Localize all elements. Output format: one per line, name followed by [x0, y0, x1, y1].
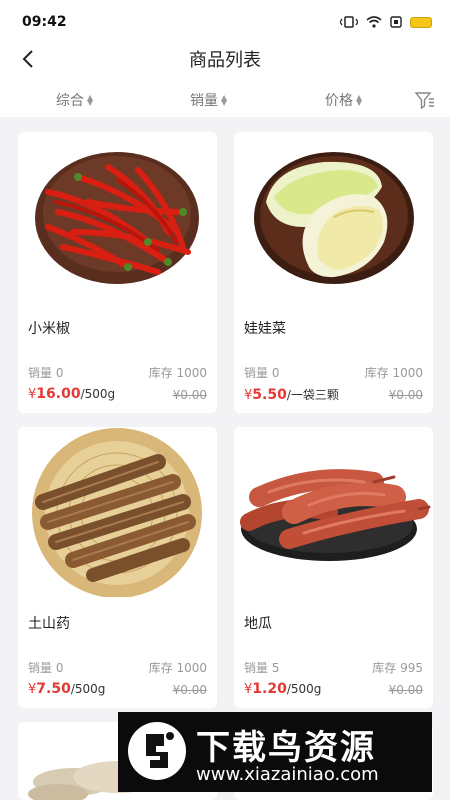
sort-arrows-icon: ▲ ▼ — [87, 93, 94, 107]
sort-label: 综合 — [56, 93, 84, 109]
sort-bar: 综合 ▲ ▼ 销量 ▲ ▼ 价格 ▲ ▼ — [0, 82, 450, 116]
product-name: 小米椒 — [28, 321, 70, 337]
sort-arrows-icon: ▲ ▼ — [221, 93, 228, 107]
watermark-title: 下载鸟资源 — [196, 728, 376, 768]
sort-price[interactable]: 价格 ▲ ▼ — [325, 90, 362, 110]
status-icons — [339, 13, 432, 32]
product-stock: 库存 1000 — [148, 661, 207, 675]
product-price: ¥7.50/500g — [28, 681, 105, 697]
price-unit: /500g — [80, 387, 116, 401]
product-price: ¥1.20/500g — [244, 681, 321, 697]
vibrate-icon — [339, 13, 359, 32]
filter-button[interactable] — [414, 90, 436, 110]
nav-bar: 商品列表 — [0, 40, 450, 80]
original-price: ¥0.00 — [172, 388, 207, 402]
product-sales: 销量 0 — [244, 366, 280, 380]
price-value: 7.50 — [36, 681, 71, 697]
product-image-sweet-potato — [234, 427, 433, 597]
product-card[interactable]: 娃娃菜 销量 0 库存 1000 ¥5.50/一袋三颗 ¥0.00 — [234, 132, 433, 413]
product-image-baby-cabbage — [234, 132, 433, 302]
sort-arrows-icon: ▲ ▼ — [356, 93, 363, 107]
sort-comprehensive[interactable]: 综合 ▲ ▼ — [56, 90, 93, 110]
price-value: 1.20 — [252, 681, 287, 697]
product-price: ¥16.00/500g — [28, 386, 115, 402]
product-card[interactable]: 土山药 销量 0 库存 1000 ¥7.50/500g ¥0.00 — [18, 427, 217, 708]
sort-label: 销量 — [190, 93, 218, 109]
product-stock: 库存 1000 — [148, 366, 207, 380]
price-unit: /500g — [70, 682, 106, 696]
price-value: 16.00 — [36, 386, 81, 402]
watermark-banner: 下载鸟资源 www.xiazainiao.com — [118, 712, 432, 792]
product-sales: 销量 0 — [28, 661, 64, 675]
product-sales: 销量 0 — [28, 366, 64, 380]
product-card[interactable]: 地瓜 销量 5 库存 995 ¥1.20/500g ¥0.00 — [234, 427, 433, 708]
product-card[interactable]: 小米椒 销量 0 库存 1000 ¥16.00/500g ¥0.00 — [18, 132, 217, 413]
original-price: ¥0.00 — [388, 388, 423, 402]
product-image-chili — [18, 132, 217, 302]
status-time: 09:42 — [22, 14, 67, 30]
price-value: 5.50 — [252, 387, 287, 403]
watermark-url: www.xiazainiao.com — [196, 764, 379, 785]
original-price: ¥0.00 — [172, 683, 207, 697]
price-unit: /500g — [286, 682, 322, 696]
product-stock: 库存 995 — [372, 661, 423, 675]
sort-sales[interactable]: 销量 ▲ ▼ — [190, 90, 227, 110]
page-title: 商品列表 — [189, 50, 261, 71]
product-name: 土山药 — [28, 616, 70, 632]
wifi-icon — [366, 13, 382, 32]
product-sales: 销量 5 — [244, 661, 280, 675]
product-stock: 库存 1000 — [364, 366, 423, 380]
filter-icon — [414, 92, 434, 110]
sim-icon — [390, 13, 402, 32]
status-bar: 09:42 — [0, 0, 450, 40]
product-name: 娃娃菜 — [244, 321, 286, 337]
product-price: ¥5.50/一袋三颗 — [244, 386, 339, 403]
top-area: 09:42 商品列表 综合 ▲ ▼ 销量 ▲ ▼ 价格 ▲ ▼ — [0, 0, 450, 117]
original-price: ¥0.00 — [388, 683, 423, 697]
sort-label: 价格 — [325, 93, 353, 109]
battery-icon — [410, 17, 432, 28]
product-image-yam — [18, 427, 217, 597]
price-unit: /一袋三颗 — [286, 388, 339, 402]
watermark-logo-icon — [128, 722, 186, 780]
product-name: 地瓜 — [244, 616, 272, 632]
